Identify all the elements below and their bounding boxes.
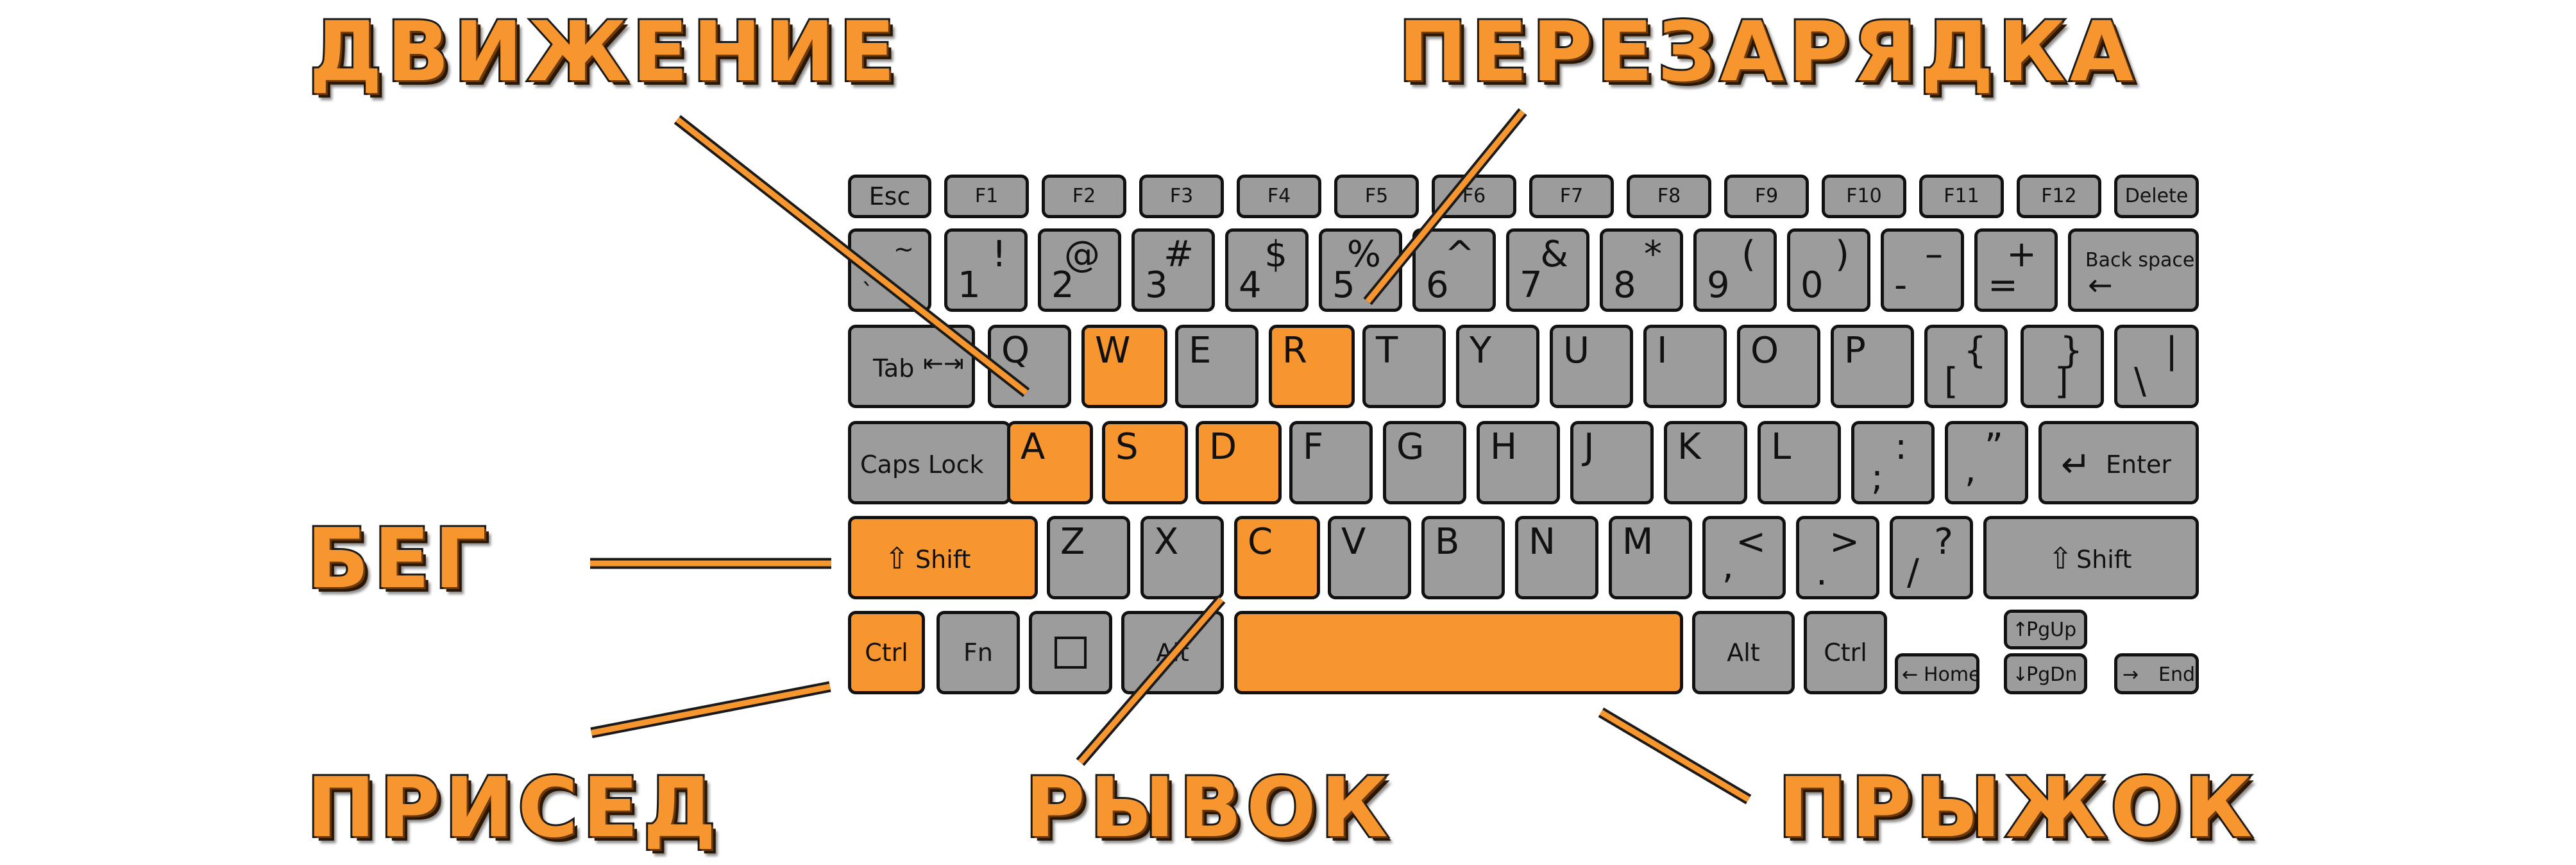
pointer-dash-fill [1078,597,1224,764]
pointer-jump-fill [1599,710,1750,802]
pointer-lines [590,108,1752,805]
keyboard-bindings-stage: ДВИЖЕНИЕ ПЕРЕЗАРЯДКА БЕГ ПРИСЕД РЫВОК ПР… [0,0,2576,865]
pointer-movement-fill [675,117,1028,395]
pointer-crouch-fill [591,683,831,736]
pointer-reload-fill [1365,110,1525,304]
